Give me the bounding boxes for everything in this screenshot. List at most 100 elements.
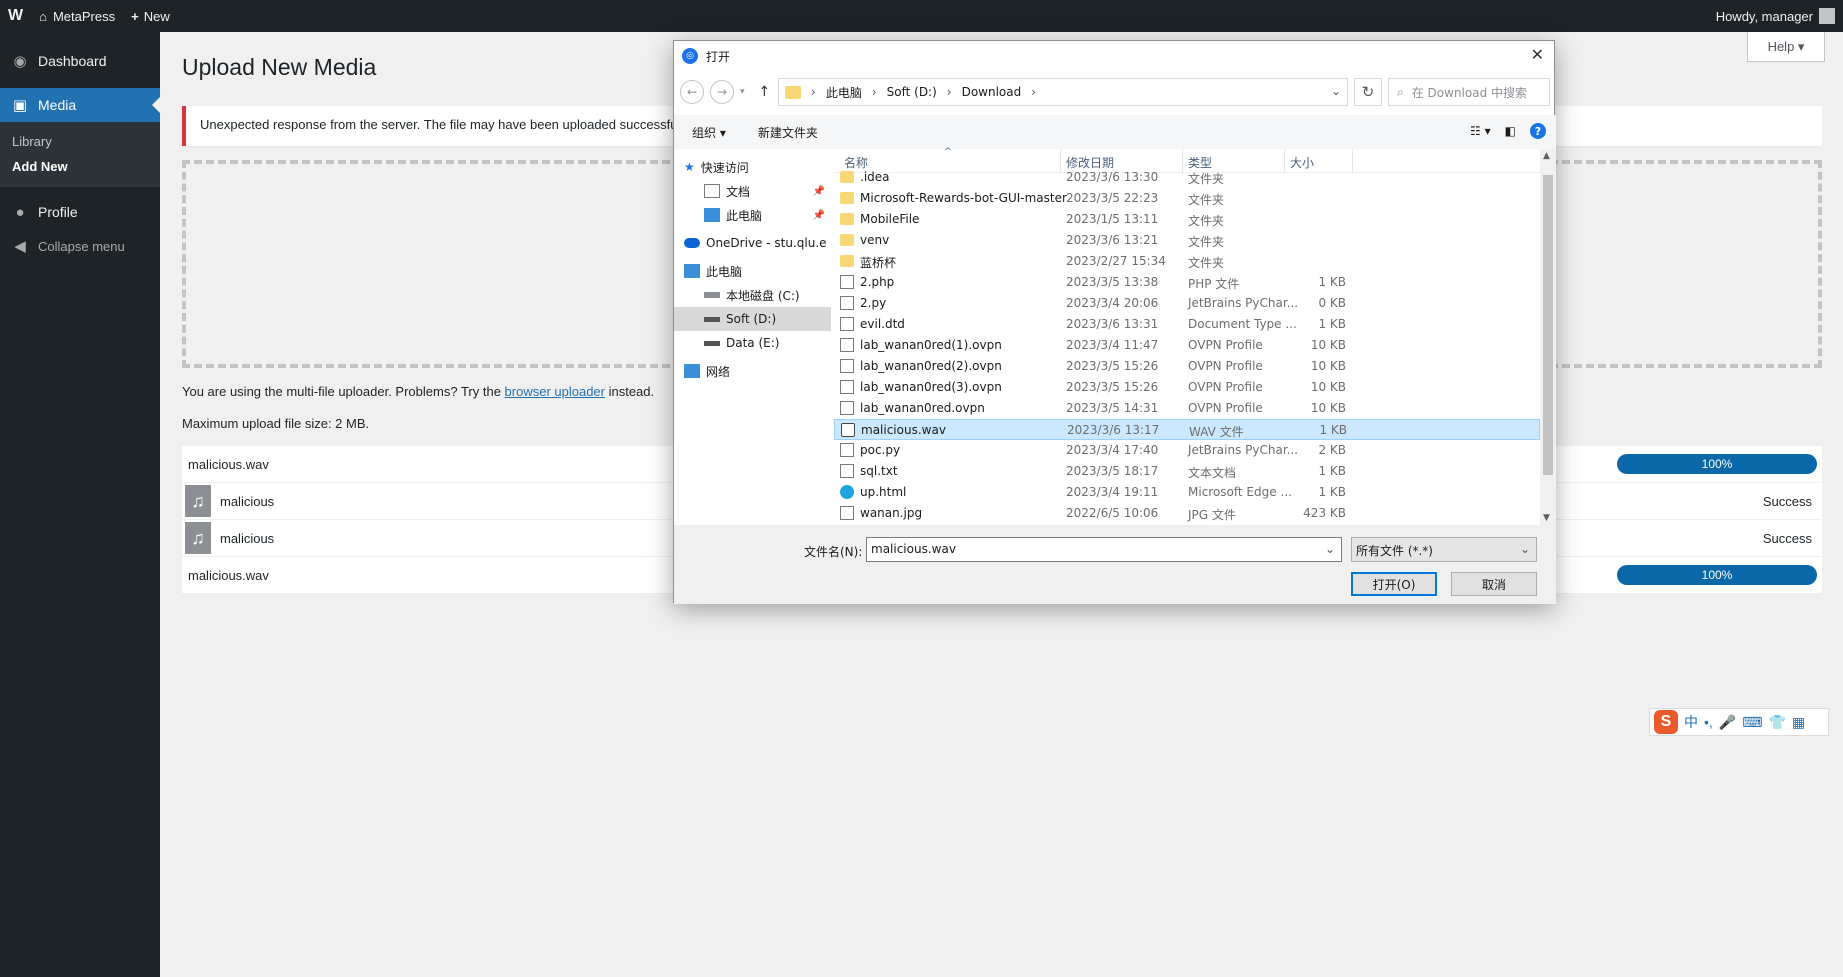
- nav-documents[interactable]: 文档 📌: [674, 179, 831, 203]
- file-type: Microsoft Edge ...: [1188, 485, 1292, 499]
- file-row[interactable]: 2.py 2023/3/4 20:06 JetBrains PyChar... 0 K…: [834, 293, 1540, 314]
- scroll-up-icon[interactable]: ▲: [1543, 151, 1550, 161]
- breadcrumb-this-pc[interactable]: 此电脑: [826, 84, 862, 101]
- dialog-titlebar: ◎ 打开: [674, 41, 1554, 71]
- nav-label: 网络: [706, 364, 731, 379]
- address-bar[interactable]: › 此电脑 › Soft (D:) › Download › ⌄: [778, 78, 1348, 106]
- chevron-down-icon[interactable]: ⌄: [1325, 542, 1335, 556]
- sidebar-item-label: Media: [38, 97, 77, 113]
- nav-this-pc[interactable]: 此电脑: [674, 259, 831, 283]
- file-date: 2023/3/4 20:06: [1066, 296, 1159, 310]
- open-button[interactable]: 打开(O): [1351, 572, 1437, 596]
- sidebar-item-dashboard[interactable]: ◉ Dashboard: [0, 44, 160, 78]
- search-input[interactable]: ⌕ 在 Download 中搜索: [1388, 78, 1550, 106]
- new-content-link[interactable]: + New: [123, 0, 178, 32]
- upload-status: Success: [1762, 530, 1812, 546]
- wordpress-logo-icon[interactable]: W: [0, 0, 31, 32]
- file-name: up.html: [860, 485, 907, 499]
- file-type-select[interactable]: 所有文件 (*.*) ⌄: [1351, 537, 1537, 562]
- media-submenu: Library Add New: [0, 122, 160, 187]
- dialog-command-bar: 组织 ▾ 新建文件夹 ☷ ▾ ◧ ?: [674, 115, 1556, 149]
- cancel-button[interactable]: 取消: [1451, 572, 1537, 596]
- file-row[interactable]: wanan.jpg 2022/6/5 10:06 JPG 文件 423 KB: [834, 503, 1540, 524]
- nav-network[interactable]: 网络: [674, 359, 831, 383]
- file-list-scrollbar[interactable]: ▲ ▼: [1540, 149, 1556, 525]
- help-button[interactable]: Help ▾: [1747, 32, 1825, 62]
- scroll-down-icon[interactable]: ▼: [1543, 513, 1550, 523]
- file-row[interactable]: lab_wanan0red(2).ovpn 2023/3/5 15:26 OVPN …: [834, 356, 1540, 377]
- file-size: 10 KB: [1310, 359, 1346, 373]
- folder-icon: [840, 234, 854, 246]
- nav-this-pc-pinned[interactable]: 此电脑 📌: [674, 203, 831, 227]
- breadcrumb-download[interactable]: Download: [962, 85, 1022, 99]
- microphone-icon[interactable]: 🎤: [1719, 714, 1736, 731]
- audio-file-icon: [841, 423, 855, 437]
- chinese-mode-toggle[interactable]: 中: [1684, 712, 1698, 732]
- edge-icon: [840, 485, 854, 499]
- notice-text: Unexpected response from the server. The…: [200, 117, 681, 132]
- home-icon: ⌂: [39, 8, 47, 24]
- file-date: 2023/3/6 13:21: [1066, 233, 1159, 247]
- scrollbar-thumb[interactable]: [1543, 175, 1553, 475]
- file-size: 10 KB: [1310, 380, 1346, 394]
- document-icon: [840, 317, 854, 331]
- keyboard-icon[interactable]: ⌨: [1742, 714, 1762, 731]
- file-row[interactable]: poc.py 2023/3/4 17:40 JetBrains PyChar... 2…: [834, 440, 1540, 461]
- collapse-menu-button[interactable]: ◀ Collapse menu: [0, 229, 160, 263]
- organize-menu-button[interactable]: 组织 ▾: [692, 124, 726, 141]
- file-row[interactable]: lab_wanan0red.ovpn 2023/3/5 14:31 OVPN Pro…: [834, 398, 1540, 419]
- sidebar-item-media[interactable]: ▣ Media: [0, 88, 160, 122]
- toolbox-icon[interactable]: ▦: [1792, 714, 1805, 731]
- file-row[interactable]: lab_wanan0red(1).ovpn 2023/3/4 11:47 OVPN …: [834, 335, 1540, 356]
- file-row[interactable]: malicious.wav 2023/3/6 13:17 WAV 文件 1 KB: [834, 419, 1540, 440]
- skin-icon[interactable]: 👕: [1768, 714, 1785, 731]
- up-arrow-icon[interactable]: ↑: [759, 84, 771, 100]
- file-row[interactable]: sql.txt 2023/3/5 18:17 文本文档 1 KB: [834, 461, 1540, 482]
- file-row[interactable]: venv 2023/3/6 13:21 文件夹: [834, 230, 1540, 251]
- file-row[interactable]: 蓝桥杯 2023/2/27 15:34 文件夹: [834, 251, 1540, 272]
- nav-data-e[interactable]: Data (E:): [674, 331, 831, 355]
- nav-local-disk-c[interactable]: 本地磁盘 (C:): [674, 283, 831, 307]
- nav-soft-d[interactable]: Soft (D:): [674, 307, 831, 331]
- submenu-item-add-new[interactable]: Add New: [0, 154, 160, 179]
- file-date: 2023/3/6 13:17: [1067, 423, 1160, 437]
- file-date: 2023/3/5 18:17: [1066, 464, 1159, 478]
- refresh-icon[interactable]: ↻: [1354, 78, 1382, 106]
- file-name: poc.py: [860, 443, 901, 457]
- my-account-link[interactable]: Howdy, manager: [1708, 0, 1843, 32]
- file-row[interactable]: lab_wanan0red(3).ovpn 2023/3/5 15:26 OVPN …: [834, 377, 1540, 398]
- nav-onedrive[interactable]: OneDrive - stu.qlu.e: [674, 231, 831, 255]
- folder-icon: [785, 85, 801, 99]
- new-folder-button[interactable]: 新建文件夹: [758, 124, 818, 141]
- nav-quick-access[interactable]: ★ 快速访问: [674, 155, 831, 179]
- help-icon[interactable]: ?: [1530, 123, 1546, 139]
- file-row[interactable]: 2.php 2023/3/5 13:38 PHP 文件 1 KB: [834, 272, 1540, 293]
- recent-locations-chevron-icon[interactable]: ▾: [740, 87, 745, 97]
- chevron-down-icon[interactable]: ⌄: [1331, 84, 1341, 98]
- file-row[interactable]: evil.dtd 2023/3/6 13:31 Document Type ... 1…: [834, 314, 1540, 335]
- file-row[interactable]: Microsoft-Rewards-bot-GUI-master 2023/3/5…: [834, 188, 1540, 209]
- file-size: 0 KB: [1318, 296, 1346, 310]
- filename-input[interactable]: malicious.wav ⌄: [866, 537, 1342, 562]
- close-icon[interactable]: ✕: [1531, 45, 1544, 64]
- submenu-item-library[interactable]: Library: [0, 129, 160, 154]
- site-name-link[interactable]: ⌂ MetaPress: [31, 0, 123, 32]
- dialog-title: 打开: [706, 49, 731, 64]
- file-date: 2023/3/5 15:26: [1066, 359, 1159, 373]
- document-icon: [840, 296, 854, 310]
- browser-uploader-link[interactable]: browser uploader: [505, 384, 605, 399]
- breadcrumb-soft-d[interactable]: Soft (D:): [887, 85, 937, 99]
- forward-arrow-icon[interactable]: →: [710, 80, 734, 104]
- preview-pane-icon[interactable]: ◧: [1505, 124, 1516, 138]
- uploader-note-prefix: You are using the multi-file uploader. P…: [182, 384, 505, 399]
- cloud-icon: [684, 238, 700, 248]
- file-type: 文件夹: [1188, 214, 1225, 228]
- view-options-icon[interactable]: ☷ ▾: [1470, 124, 1491, 138]
- sidebar-item-profile[interactable]: ● Profile: [0, 195, 160, 229]
- file-row[interactable]: .idea 2023/3/6 13:30 文件夹: [834, 167, 1540, 188]
- file-row[interactable]: MobileFile 2023/1/5 13:11 文件夹: [834, 209, 1540, 230]
- sogou-logo-icon[interactable]: S: [1654, 710, 1678, 734]
- punctuation-toggle[interactable]: •,: [1704, 714, 1713, 730]
- back-arrow-icon[interactable]: ←: [680, 80, 704, 104]
- file-row[interactable]: up.html 2023/3/4 19:11 Microsoft Edge ... 1…: [834, 482, 1540, 503]
